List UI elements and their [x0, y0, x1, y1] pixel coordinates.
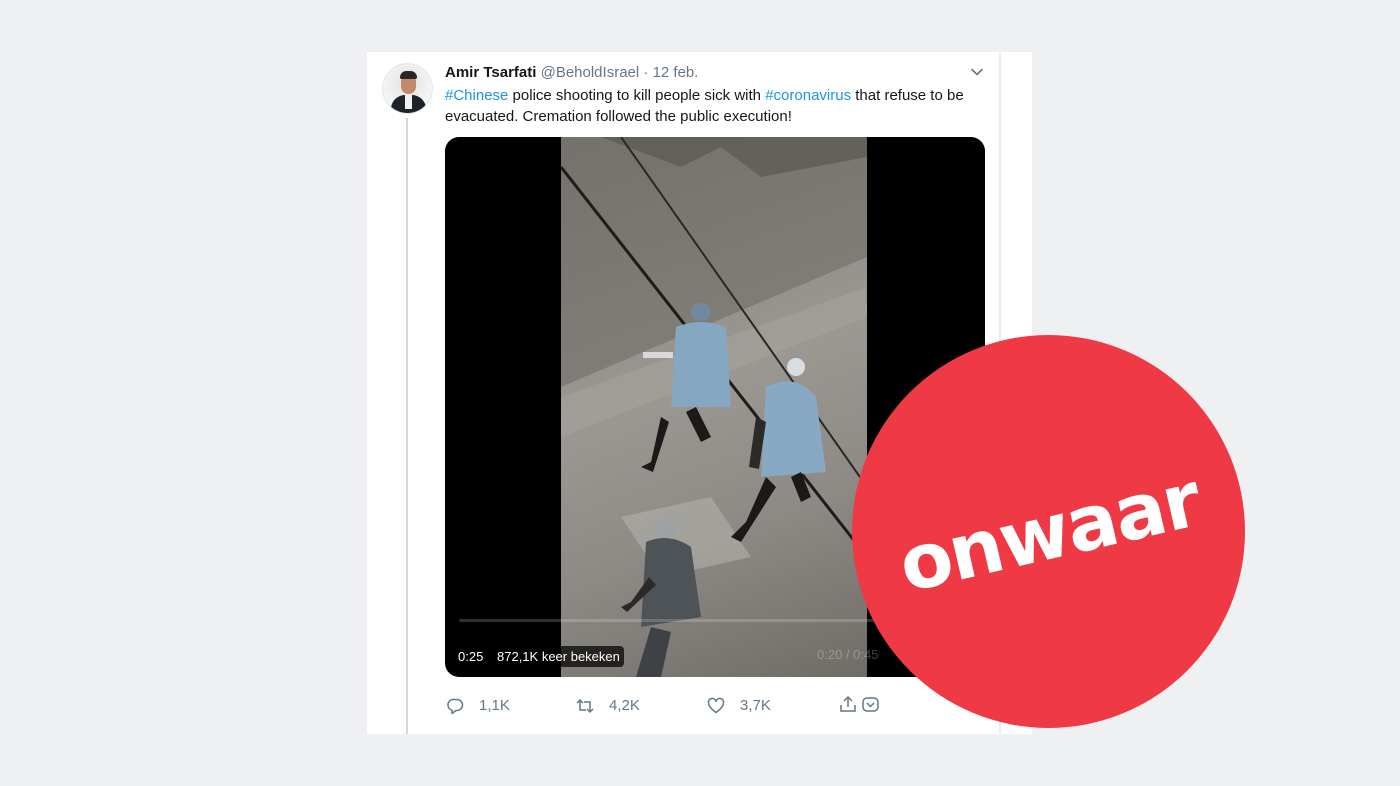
- hashtag-link[interactable]: #coronavirus: [765, 87, 851, 104]
- video-duration-badge: 0:25: [454, 646, 488, 667]
- tweet-header: Amir Tsarfati @BeholdIsrael · 12 feb.: [445, 63, 698, 83]
- retweet-button[interactable]: 4,2K: [575, 694, 640, 718]
- video-scene: [561, 137, 867, 677]
- tweet-date[interactable]: 12 feb.: [653, 64, 699, 81]
- tweet-text-segment: police shooting to kill people sick with: [508, 87, 766, 104]
- retweet-icon: [576, 698, 594, 714]
- reply-count: 1,1K: [479, 697, 510, 714]
- video-embedded-time: 0:20 / 0:45: [817, 647, 879, 662]
- fact-check-stamp: onwaar: [852, 335, 1245, 728]
- reply-icon: [447, 698, 464, 715]
- author-handle[interactable]: @BeholdIsrael: [541, 64, 640, 81]
- share-button[interactable]: [838, 694, 896, 714]
- avatar-hair: [400, 71, 417, 79]
- like-icon: [707, 697, 725, 714]
- avatar[interactable]: [382, 63, 433, 114]
- share-icon: [840, 695, 879, 712]
- like-count: 3,7K: [740, 697, 771, 714]
- thread-line: [406, 118, 408, 734]
- tweet-text: #Chinese police shooting to kill people …: [445, 85, 990, 127]
- tweet-actions: 1,1K 4,2K 3,7K: [0, 694, 1400, 718]
- reply-button[interactable]: 1,1K: [445, 694, 510, 718]
- stage: Amir Tsarfati @BeholdIsrael · 12 feb. #C…: [0, 0, 1400, 786]
- video-frame: [561, 137, 867, 677]
- hashtag-link[interactable]: #Chinese: [445, 87, 508, 104]
- fact-check-verdict: onwaar: [890, 453, 1207, 610]
- header-separator: ·: [643, 64, 649, 81]
- author-name[interactable]: Amir Tsarfati: [445, 64, 536, 81]
- avatar-shirt: [405, 95, 412, 109]
- video-views-badge: 872,1K keer bekeken: [493, 646, 624, 667]
- like-button[interactable]: 3,7K: [706, 694, 771, 718]
- retweet-count: 4,2K: [609, 697, 640, 714]
- chevron-down-icon[interactable]: [969, 64, 985, 80]
